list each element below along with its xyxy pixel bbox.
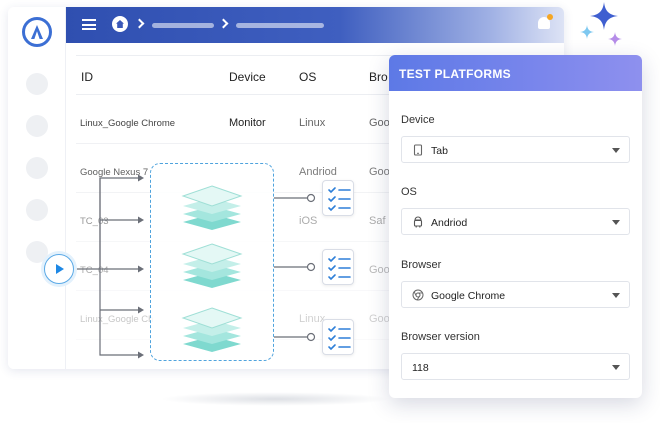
layers-icon: [181, 185, 243, 230]
sidebar-item[interactable]: [26, 199, 48, 221]
browser-value: Google Chrome: [431, 290, 506, 302]
cell-os: iOS: [299, 215, 318, 227]
test-platforms-panel: TEST PLATFORMS Device Tab OS Andriod Bro…: [389, 55, 642, 398]
checklist-icon: [322, 180, 354, 216]
home-icon[interactable]: [112, 16, 128, 32]
cell-browser: Goo: [369, 117, 390, 129]
chevron-right-icon: [218, 18, 229, 29]
table-header: ID Device OS Bro: [76, 55, 396, 95]
device-label: Device: [401, 114, 435, 126]
chevron-down-icon: [612, 365, 620, 370]
cell-browser: Goo: [369, 313, 390, 325]
cell-os: Andriod: [299, 166, 337, 178]
device-value: Tab: [431, 145, 448, 157]
panel-header: TEST PLATFORMS: [389, 55, 642, 91]
notification-bell-icon[interactable]: [538, 14, 553, 29]
os-select[interactable]: Andriod: [401, 208, 630, 235]
layers-icon: [181, 307, 243, 352]
panel-title: TEST PLATFORMS: [399, 67, 511, 81]
sidebar-item[interactable]: [26, 73, 48, 95]
checklist-icon: [322, 249, 354, 285]
layers-icon: [181, 243, 243, 288]
android-icon: [413, 216, 423, 228]
chevron-right-icon: [134, 18, 145, 29]
os-value: Andriod: [431, 217, 468, 229]
cell-browser: Goo: [369, 264, 390, 276]
cell-os: Linux: [299, 117, 326, 129]
cell-id: TC_03: [80, 216, 109, 227]
device-select[interactable]: Tab: [401, 136, 630, 163]
os-label: OS: [401, 186, 417, 198]
sidebar-item[interactable]: [26, 115, 48, 137]
cell-id: TC_04: [80, 265, 109, 276]
cell-browser: Saf: [369, 215, 386, 227]
sparkle-small-right-icon: [608, 32, 622, 46]
browser-select[interactable]: Google Chrome: [401, 281, 630, 308]
checklist-icon: [322, 319, 354, 355]
top-navigation-bar: [66, 7, 564, 43]
sparkle-small-left-icon: [580, 25, 594, 39]
column-header-browser: Bro: [369, 70, 388, 84]
drop-shadow: [160, 392, 390, 406]
column-header-os: OS: [299, 70, 317, 84]
chrome-icon: [412, 289, 424, 301]
breadcrumb-placeholder[interactable]: [236, 23, 324, 28]
breadcrumb-placeholder[interactable]: [152, 23, 214, 28]
cell-device: Monitor: [229, 117, 266, 129]
run-play-button[interactable]: [44, 254, 74, 284]
hamburger-menu-icon[interactable]: [82, 19, 96, 30]
chevron-down-icon: [612, 220, 620, 225]
sidebar-item[interactable]: [26, 157, 48, 179]
tablet-icon: [413, 144, 423, 156]
cell-id: Linux_Google Ch: [80, 314, 154, 325]
cell-id: Linux_Google Chrome: [80, 118, 176, 129]
sparkle-large-icon: [590, 2, 618, 30]
browser-label: Browser: [401, 259, 442, 271]
table-row[interactable]: Linux_Google Chrome Monitor Linux Goo: [76, 95, 396, 144]
cell-id: Google Nexus 7: [80, 167, 149, 178]
browser-version-value: 118: [412, 362, 429, 374]
app-logo-icon: [22, 17, 52, 47]
browser-version-select[interactable]: 118: [401, 353, 630, 380]
column-header-id: ID: [81, 70, 93, 84]
execution-stack-container: [150, 163, 274, 361]
browser-version-label: Browser version: [401, 331, 480, 343]
sidebar-item[interactable]: [26, 241, 48, 263]
chevron-down-icon: [612, 293, 620, 298]
left-sidebar: [8, 7, 66, 369]
chevron-down-icon: [612, 148, 620, 153]
column-header-device: Device: [229, 70, 266, 84]
cell-browser: Goo: [369, 166, 390, 178]
